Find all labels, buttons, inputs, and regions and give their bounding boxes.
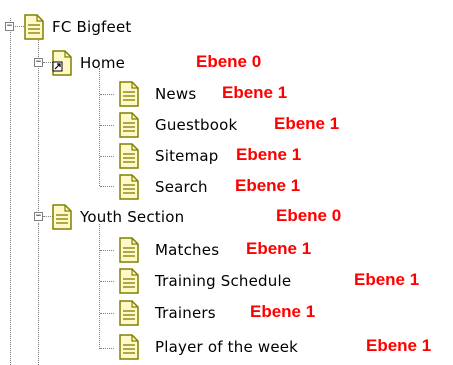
document-icon	[119, 112, 139, 138]
level-annotation: Ebene 1	[235, 176, 309, 196]
document-icon	[119, 268, 139, 294]
level-annotation: Ebene 1	[236, 145, 310, 165]
tree-node-home[interactable]: − Home Ebene 0	[0, 50, 380, 80]
tree-node-matches[interactable]: Matches Ebene 1	[0, 237, 420, 267]
collapse-toggle[interactable]: −	[5, 22, 14, 31]
tree-node-youth-section[interactable]: − Youth Section Ebene 0	[0, 204, 420, 234]
tree-node-search[interactable]: Search Ebene 1	[0, 174, 420, 204]
document-icon	[119, 300, 139, 326]
document-icon	[119, 81, 139, 107]
document-icon	[119, 334, 139, 360]
level-annotation: Ebene 0	[276, 206, 350, 226]
node-label: Training Schedule	[155, 272, 292, 290]
node-label: Sitemap	[155, 147, 219, 165]
tree-node-root[interactable]: − FC Bigfeet	[0, 14, 220, 44]
node-label: News	[155, 85, 197, 103]
tree-node-sitemap[interactable]: Sitemap Ebene 1	[0, 143, 420, 173]
level-annotation: Ebene 1	[366, 336, 432, 356]
tree-node-news[interactable]: News Ebene 1	[0, 81, 420, 111]
site-tree: − FC Bigfeet − Home Ebene 0 News Ebene 1…	[0, 0, 453, 365]
node-label: Youth Section	[80, 208, 185, 226]
document-icon	[119, 143, 139, 169]
level-annotation: Ebene 1	[246, 239, 320, 259]
node-label: FC Bigfeet	[52, 18, 132, 36]
level-annotation: Ebene 1	[250, 302, 324, 322]
level-annotation: Ebene 0	[196, 52, 270, 72]
node-label: Player of the week	[155, 338, 299, 356]
tree-node-guestbook[interactable]: Guestbook Ebene 1	[0, 112, 420, 142]
document-icon	[52, 204, 72, 230]
level-annotation: Ebene 1	[354, 270, 420, 290]
document-icon	[119, 174, 139, 200]
collapse-toggle[interactable]: −	[34, 58, 43, 67]
node-label: Home	[80, 54, 126, 72]
collapse-toggle[interactable]: −	[34, 212, 43, 221]
document-icon	[24, 14, 44, 40]
level-annotation: Ebene 1	[274, 114, 348, 134]
document-icon	[119, 237, 139, 263]
tree-node-player-of-the-week[interactable]: Player of the week Ebene 1	[0, 334, 453, 364]
node-label: Guestbook	[155, 116, 238, 134]
document-shortcut-icon	[52, 50, 72, 76]
node-label: Trainers	[155, 304, 216, 322]
node-label: Matches	[155, 241, 220, 259]
tree-node-trainers[interactable]: Trainers Ebene 1	[0, 300, 420, 330]
level-annotation: Ebene 1	[222, 83, 296, 103]
node-label: Search	[155, 178, 208, 196]
tree-node-training-schedule[interactable]: Training Schedule Ebene 1	[0, 268, 453, 298]
